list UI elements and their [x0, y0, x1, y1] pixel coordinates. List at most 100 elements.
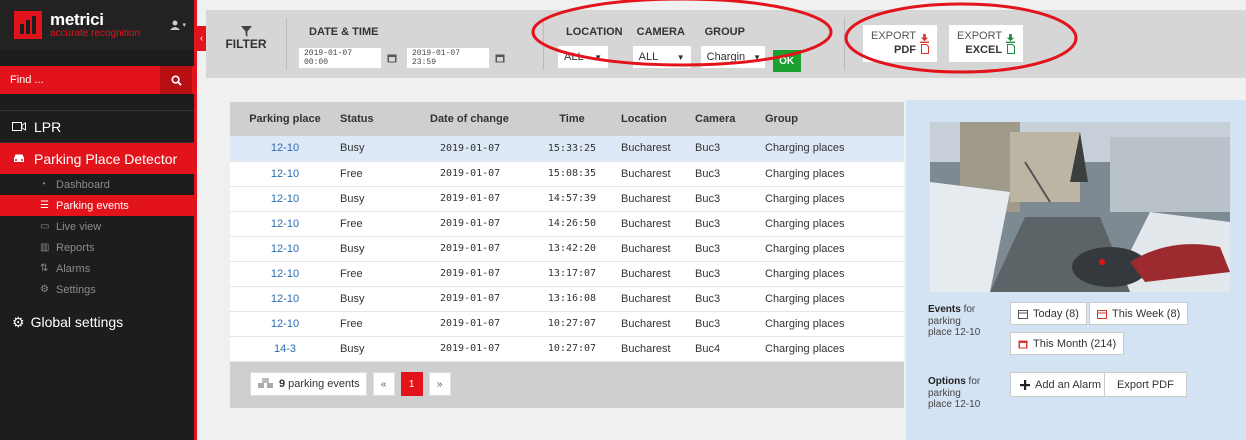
date-to-input[interactable]: 2019-01-07 23:59 [407, 48, 489, 68]
cell-camera: Buc3 [695, 311, 765, 337]
this-month-button[interactable]: This Month (214) [1010, 332, 1125, 355]
table-row[interactable]: 12-10 Free 2019-01-07 10:27:07 Bucharest Buc3… [230, 311, 904, 337]
cell-parking-place[interactable]: 12-10 [230, 311, 340, 337]
nav-lpr[interactable]: LPR [0, 110, 194, 142]
main-content: Parking place Status Date of change Time… [206, 78, 1246, 440]
cell-time: 10:27:07 [537, 336, 607, 362]
nav-parking-events-label: Parking events [56, 199, 129, 212]
cell-group: Charging places [765, 186, 904, 212]
cell-date-of-change: 2019-01-07 [412, 136, 537, 162]
filter-label: FILTER [225, 37, 267, 51]
calendar-icon[interactable] [495, 53, 505, 63]
cell-parking-place[interactable]: 12-10 [230, 211, 340, 237]
filter-toolbar: FILTER DATE & TIME 2019-01-07 00:00 2019… [206, 0, 1246, 78]
nav-parking-events[interactable]: ☰ Parking events [0, 195, 194, 216]
nav-dashboard[interactable]: ◔ Dashboard [0, 174, 194, 195]
calendar-icon[interactable] [387, 53, 397, 63]
cell-status: Busy [340, 186, 412, 212]
cell-camera: Buc3 [695, 211, 765, 237]
calendar-icon [1018, 340, 1028, 348]
nav-global-settings-label: Global settings [30, 314, 124, 330]
nav-lpr-label: LPR [34, 118, 62, 135]
table-row[interactable]: 12-10 Busy 2019-01-07 13:16:08 Bucharest Buc3… [230, 286, 904, 312]
cell-parking-place[interactable]: 12-10 [230, 161, 340, 187]
nav-parking-place-detector[interactable]: Parking Place Detector [0, 142, 194, 174]
cell-status: Busy [340, 336, 412, 362]
today-button[interactable]: Today (8) [1010, 302, 1087, 325]
cell-camera: Buc3 [695, 136, 765, 162]
cell-status: Free [340, 211, 412, 237]
cell-location: Bucharest [607, 161, 695, 187]
export-group: EXPORT PDF EXPORT EXCEL [844, 2, 1078, 74]
filter-toggle[interactable]: FILTER [206, 10, 286, 51]
cell-parking-place[interactable]: 12-10 [230, 136, 340, 162]
col-date-of-change[interactable]: Date of change [412, 102, 537, 136]
cell-status: Free [340, 261, 412, 287]
today-label: Today (8) [1033, 307, 1079, 320]
table-row[interactable]: 12-10 Busy 2019-01-07 14:57:39 Bucharest Buc3… [230, 186, 904, 212]
page-1-button[interactable]: 1 [400, 372, 423, 396]
col-parking-place[interactable]: Parking place [230, 102, 340, 136]
camera-snapshot[interactable] [930, 122, 1230, 292]
col-camera[interactable]: Camera [695, 102, 765, 136]
events-table-panel: Parking place Status Date of change Time… [230, 102, 904, 408]
cell-parking-place[interactable]: 14-3 [230, 336, 340, 362]
nav-alarms[interactable]: ⇅ Alarms [0, 258, 194, 279]
cell-group: Charging places [765, 286, 904, 312]
col-status[interactable]: Status [340, 102, 412, 136]
brand-tagline: accurate recognition [50, 28, 141, 39]
cell-location: Bucharest [607, 136, 695, 162]
monitor-icon: ▭ [40, 221, 50, 232]
table-row[interactable]: 12-10 Busy 2019-01-07 13:42:20 Bucharest Buc3… [230, 236, 904, 262]
nav-settings[interactable]: ⚙ Settings [0, 279, 194, 300]
table-row[interactable]: 12-10 Free 2019-01-07 13:17:07 Bucharest Buc3… [230, 261, 904, 287]
cell-camera: Buc3 [695, 286, 765, 312]
cell-location: Bucharest [607, 236, 695, 262]
cell-status: Free [340, 161, 412, 187]
cell-time: 15:08:35 [537, 161, 607, 187]
cell-parking-place[interactable]: 12-10 [230, 236, 340, 262]
cell-group: Charging places [765, 136, 904, 162]
search-button[interactable] [160, 66, 192, 94]
nav-live-view[interactable]: ▭ Live view [0, 216, 194, 237]
export-pdf-panel-button[interactable]: Export PDF [1104, 372, 1187, 397]
chevron-down-icon: ▾ [182, 22, 186, 29]
sidebar: metrici accurate recognition ▾ LPR Parki… [0, 0, 197, 440]
cell-group: Charging places [765, 336, 904, 362]
cell-date-of-change: 2019-01-07 [412, 186, 537, 212]
cell-date-of-change: 2019-01-07 [412, 311, 537, 337]
nav-global-settings[interactable]: ⚙ Global settings [0, 306, 194, 338]
cell-group: Charging places [765, 211, 904, 237]
this-week-button[interactable]: This Week (8) [1089, 302, 1189, 325]
col-group[interactable]: Group [765, 102, 904, 136]
event-count: 9 parking events [250, 372, 367, 396]
cell-group: Charging places [765, 311, 904, 337]
sidebar-collapse-button[interactable]: ‹ [197, 26, 206, 51]
last-page-button[interactable]: » [428, 372, 451, 396]
table-row[interactable]: 12-10 Free 2019-01-07 14:26:50 Bucharest Buc3… [230, 211, 904, 237]
search-input[interactable] [0, 66, 160, 94]
nav-reports[interactable]: ▥ Reports [0, 237, 194, 258]
cell-parking-place[interactable]: 12-10 [230, 286, 340, 312]
col-location[interactable]: Location [607, 102, 695, 136]
user-menu[interactable]: ▾ [170, 20, 186, 30]
first-page-button[interactable]: « [372, 372, 395, 396]
options-for-label: Options for parking place 12-10 [928, 376, 986, 411]
add-alarm-button[interactable]: Add an Alarm [1010, 372, 1112, 397]
gear-icon: ⚙ [40, 284, 49, 295]
cell-status: Busy [340, 286, 412, 312]
cell-group: Charging places [765, 236, 904, 262]
search-bar [0, 66, 194, 94]
cell-parking-place[interactable]: 12-10 [230, 261, 340, 287]
table-row[interactable]: 14-3 Busy 2019-01-07 10:27:07 Bucharest Buc4 C… [230, 336, 904, 362]
cell-time: 13:42:20 [537, 236, 607, 262]
nav-reports-label: Reports [56, 241, 95, 254]
nav-ppd-label: Parking Place Detector [34, 150, 178, 167]
this-week-label: This Week (8) [1112, 307, 1181, 320]
cell-parking-place[interactable]: 12-10 [230, 186, 340, 212]
col-time[interactable]: Time [537, 102, 607, 136]
table-row[interactable]: 12-10 Busy 2019-01-07 15:33:25 Bucharest Buc3… [230, 136, 904, 162]
date-from-input[interactable]: 2019-01-07 00:00 [299, 48, 381, 68]
table-row[interactable]: 12-10 Free 2019-01-07 15:08:35 Bucharest Buc3… [230, 161, 904, 187]
nav-live-view-label: Live view [56, 220, 102, 233]
